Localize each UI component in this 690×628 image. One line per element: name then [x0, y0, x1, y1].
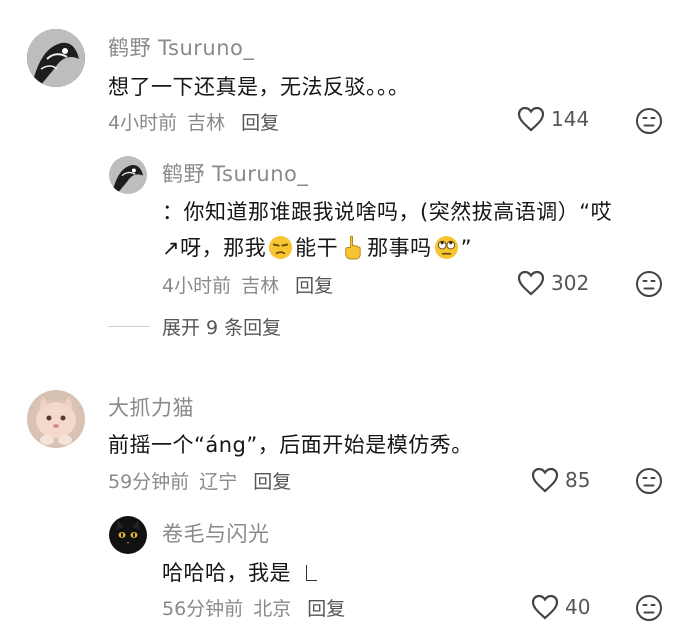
eye-roll-face-icon: [434, 235, 458, 260]
avatar[interactable]: [109, 156, 147, 194]
dislike-button[interactable]: [635, 107, 663, 135]
reply-time: 56分钟前: [162, 598, 244, 620]
comment-text: 前摇一个“áng”，后面开始是模仿秀。: [108, 433, 473, 457]
frown-face-icon: [636, 595, 662, 621]
comment-location: 吉林: [187, 112, 226, 134]
dislike-button[interactable]: [635, 594, 663, 622]
frown-face-icon: [636, 468, 662, 494]
reply-meta: 4小时前 吉林 回复: [162, 271, 333, 298]
heart-outline-icon: [517, 270, 545, 296]
like-button[interactable]: 144: [517, 106, 589, 132]
heart-outline-icon: [531, 594, 559, 620]
frown-face-icon: [636, 271, 662, 297]
text-cursor-icon: [306, 565, 318, 581]
reply-text-part: 哈哈哈，我是: [162, 561, 291, 585]
like-button[interactable]: 40: [531, 594, 590, 620]
pointing-up-icon: [345, 235, 361, 260]
heart-outline-icon: [517, 106, 545, 132]
frown-face-icon: [636, 108, 662, 134]
reply-text-part: ”: [460, 236, 472, 260]
divider: [108, 326, 150, 327]
reply-button[interactable]: 回复: [241, 112, 279, 134]
comment-meta: 59分钟前 辽宁 回复: [108, 467, 291, 494]
reply-text-line-1: ：你知道那谁跟我说啥吗，(突然拔高语调）“哎: [162, 200, 613, 224]
like-count: 302: [551, 271, 590, 295]
comment-time: 4小时前: [108, 112, 178, 134]
avatar-image: [109, 516, 147, 554]
reply-username[interactable]: 卷毛与闪光: [162, 518, 270, 548]
reply-text-part: 能干: [295, 236, 339, 260]
comment-username[interactable]: 鹤野 Tsuruno_: [108, 32, 254, 62]
reply-button[interactable]: 回复: [253, 471, 291, 493]
reply-text-part: 那事吗: [367, 236, 432, 260]
comment-time: 59分钟前: [108, 471, 190, 493]
avatar[interactable]: [27, 29, 85, 87]
heart-outline-icon: [531, 467, 559, 493]
avatar-image: [109, 156, 147, 194]
like-count: 144: [551, 107, 590, 131]
like-button[interactable]: 85: [531, 467, 590, 493]
reply-text: 哈哈哈，我是: [162, 557, 318, 587]
reply-button[interactable]: 回复: [307, 598, 345, 620]
comment-username[interactable]: 大抓力猫: [108, 392, 194, 422]
avatar-image: [27, 29, 85, 87]
comment-location: 辽宁: [199, 471, 238, 493]
dislike-button[interactable]: [635, 270, 663, 298]
avatar-image: [27, 390, 85, 448]
comment-text: 想了一下还真是，无法反驳。。。: [108, 75, 410, 99]
reply-username[interactable]: 鹤野 Tsuruno_: [162, 158, 308, 188]
like-button[interactable]: 302: [517, 270, 589, 296]
reply-time: 4小时前: [162, 275, 232, 297]
expand-replies-button[interactable]: 展开 9 条回复: [108, 313, 281, 340]
reply-text-part: ↗呀，那我: [162, 236, 267, 260]
reply-location: 吉林: [241, 275, 280, 297]
avatar[interactable]: [27, 390, 85, 448]
like-count: 85: [565, 468, 591, 492]
dislike-button[interactable]: [635, 467, 663, 495]
reply-location: 北京: [253, 598, 292, 620]
reply-text-line-2: ↗呀，那我 能干 那事吗 ”: [162, 232, 472, 262]
like-count: 40: [565, 595, 591, 619]
reply-button[interactable]: 回复: [295, 275, 333, 297]
expand-replies-label: 展开 9 条回复: [162, 317, 282, 339]
comment-meta: 4小时前 吉林 回复: [108, 108, 279, 135]
avatar[interactable]: [109, 516, 147, 554]
reply-meta: 56分钟前 北京 回复: [162, 594, 345, 621]
unamused-face-icon: [269, 235, 293, 260]
